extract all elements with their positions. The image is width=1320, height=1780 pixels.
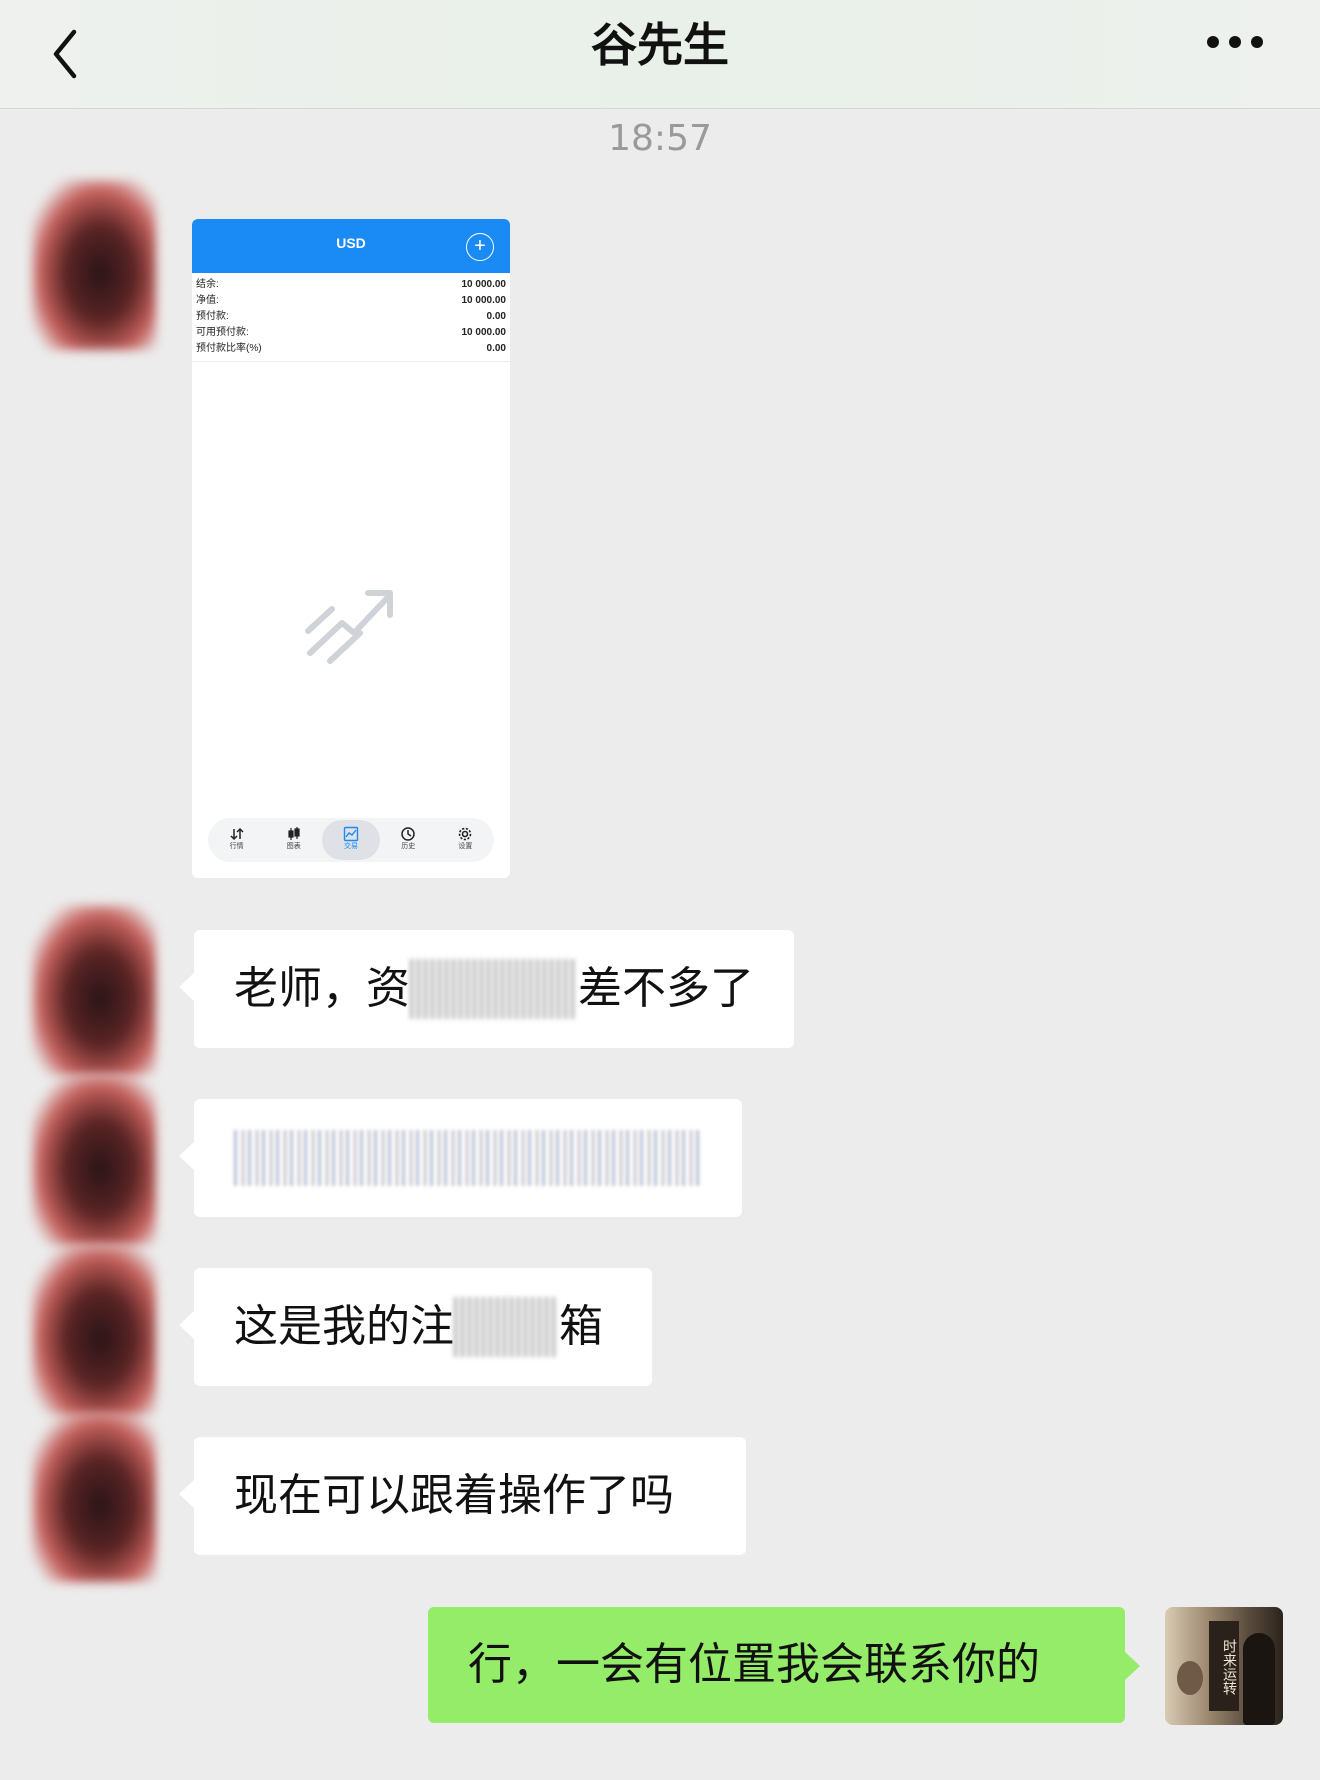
plus-icon: +	[466, 233, 494, 261]
my-avatar[interactable]: 时来运转	[1165, 1607, 1283, 1725]
shot-row-value: 0.00	[486, 343, 506, 354]
shot-row: 预付款: 0.00	[196, 309, 506, 325]
shot-row: 净值: 10 000.00	[196, 293, 506, 309]
shot-account-rows: 结余: 10 000.00 净值: 10 000.00 预付款: 0.00 可用预付款…	[192, 273, 510, 362]
message-text: 老师，资	[234, 963, 410, 1014]
trend-arrow-icon	[302, 575, 402, 670]
redacted-text	[410, 959, 578, 1019]
message-text: 差不多了	[578, 963, 754, 1014]
message-text: 这是我的注	[234, 1301, 454, 1352]
shot-row-label: 预付款:	[196, 311, 229, 322]
trade-chart-icon	[343, 826, 359, 842]
redacted-text	[234, 1130, 702, 1186]
gear-icon	[459, 827, 472, 841]
image-message[interactable]: USD + 结余: 10 000.00 净值: 10 000.00 预付款: 0.00…	[192, 219, 510, 878]
shot-row-value: 10 000.00	[461, 327, 507, 338]
shot-nav-label: 交易	[344, 843, 358, 850]
shot-row-label: 净值:	[196, 295, 219, 306]
avatar-figure	[1243, 1633, 1275, 1725]
shot-row-value: 10 000.00	[461, 279, 507, 290]
message-text: 行，一会有位置我会联系你的	[468, 1639, 1040, 1690]
chevron-left-icon	[53, 29, 77, 79]
shot-nav-label: 历史	[401, 843, 416, 850]
shot-row-label: 结余:	[196, 279, 219, 290]
shot-nav-label: 图表	[286, 843, 301, 850]
shot-row: 结余: 10 000.00	[196, 277, 506, 293]
shot-header: USD +	[192, 219, 510, 273]
shot-row: 可用预付款: 10 000.00	[196, 325, 506, 341]
shot-currency: USD	[336, 235, 366, 251]
shot-row-label: 预付款比率(%)	[196, 343, 262, 354]
message-bubble[interactable]: 这是我的注 箱	[179, 1268, 652, 1386]
shot-nav-label: 行情	[229, 843, 244, 850]
shot-row: 预付款比率(%) 0.00	[196, 341, 506, 357]
more-dots-icon	[1207, 36, 1263, 48]
arrows-updown-icon	[230, 827, 244, 841]
candlestick-icon	[288, 827, 300, 840]
contact-avatar[interactable]	[32, 1412, 156, 1582]
message-timestamp: 18:57	[608, 118, 712, 159]
contact-avatar[interactable]	[32, 905, 156, 1075]
shot-nav-label: 设置	[458, 843, 473, 850]
contact-avatar[interactable]	[32, 1245, 156, 1415]
sent-message-bubble[interactable]: 行，一会有位置我会联系你的	[428, 1607, 1140, 1723]
shot-nav-settings[interactable]: 设置	[437, 820, 494, 860]
shot-nav-quotes[interactable]: 行情	[208, 820, 265, 860]
shot-row-value: 0.00	[486, 311, 506, 322]
shot-nav-history[interactable]: 历史	[380, 820, 437, 860]
avatar-statue	[1177, 1661, 1203, 1695]
contact-avatar[interactable]	[32, 1075, 156, 1245]
message-bubble[interactable]: 现在可以跟着操作了吗	[179, 1437, 746, 1555]
shot-row-value: 10 000.00	[461, 295, 507, 306]
redacted-text	[454, 1297, 559, 1357]
avatar-scroll-text: 时来运转	[1209, 1621, 1239, 1711]
more-button[interactable]	[1198, 30, 1278, 70]
back-button[interactable]	[44, 14, 94, 82]
shot-bottom-nav: 行情 图表 交易 历史 设置	[208, 818, 494, 862]
shot-row-label: 可用预付款:	[196, 327, 249, 338]
history-clock-icon	[401, 827, 415, 841]
message-text: 箱	[559, 1301, 603, 1352]
shot-nav-trade[interactable]: 交易	[322, 820, 380, 860]
chat-header: 谷先生	[0, 0, 1320, 109]
message-text: 现在可以跟着操作了吗	[234, 1470, 674, 1521]
shot-nav-charts[interactable]: 图表	[265, 820, 322, 860]
chat-title: 谷先生	[591, 18, 729, 72]
message-bubble[interactable]: 老师，资 差不多了	[179, 930, 794, 1048]
message-bubble[interactable]	[179, 1099, 742, 1217]
contact-avatar[interactable]	[32, 180, 156, 350]
